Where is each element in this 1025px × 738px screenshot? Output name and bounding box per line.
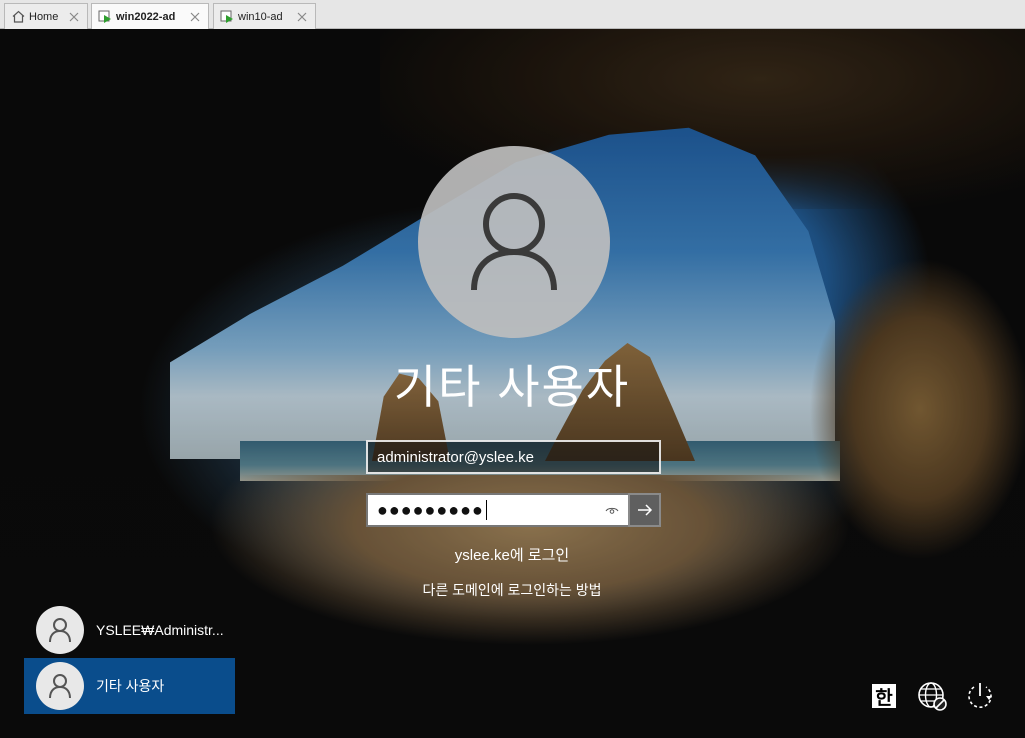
- arrow-right-icon: [637, 504, 652, 516]
- user-silhouette-icon: [471, 193, 557, 291]
- close-icon[interactable]: [188, 10, 202, 24]
- password-field[interactable]: ●●●●●●●●●: [366, 493, 628, 527]
- username-field[interactable]: [366, 440, 661, 474]
- user-item-other-user[interactable]: 기타 사용자: [24, 658, 235, 714]
- close-icon[interactable]: [295, 10, 309, 24]
- reveal-password-icon[interactable]: [604, 503, 620, 519]
- vm-running-icon: [220, 10, 234, 24]
- windows-login-screen: 기타 사용자 ●●●●●●●●● yslee.ke에 로그인 다른 도메인에 로…: [0, 29, 1025, 738]
- user-avatar: [418, 146, 610, 338]
- other-domain-link[interactable]: 다른 도메인에 로그인하는 방법: [312, 580, 712, 600]
- vm-running-icon: [98, 10, 112, 24]
- user-avatar-small: [36, 662, 84, 710]
- close-icon[interactable]: [67, 10, 81, 24]
- power-icon[interactable]: [963, 680, 997, 712]
- ime-language-button[interactable]: 한: [872, 684, 896, 709]
- network-globe-icon[interactable]: [915, 680, 949, 712]
- home-icon: [11, 10, 25, 24]
- user-icon: [49, 618, 71, 643]
- user-icon: [49, 674, 71, 699]
- tab-win2022-ad[interactable]: win2022-ad: [91, 3, 209, 30]
- domain-label: yslee.ke에 로그인: [454, 547, 570, 564]
- user-item-administrator[interactable]: YSLEE₩Administr...: [24, 602, 235, 658]
- login-title: 기타 사용자: [393, 361, 631, 413]
- password-mask: ●●●●●●●●●: [377, 499, 484, 520]
- vm-tab-bar: Home win2022-ad win10-ad: [0, 0, 1025, 30]
- tab-home[interactable]: Home: [4, 3, 88, 29]
- submit-arrow-button[interactable]: [628, 493, 661, 527]
- password-row: ●●●●●●●●●: [366, 493, 661, 527]
- user-avatar-small: [36, 606, 84, 654]
- text-caret: [485, 500, 487, 520]
- tab-win10-ad[interactable]: win10-ad: [213, 3, 316, 29]
